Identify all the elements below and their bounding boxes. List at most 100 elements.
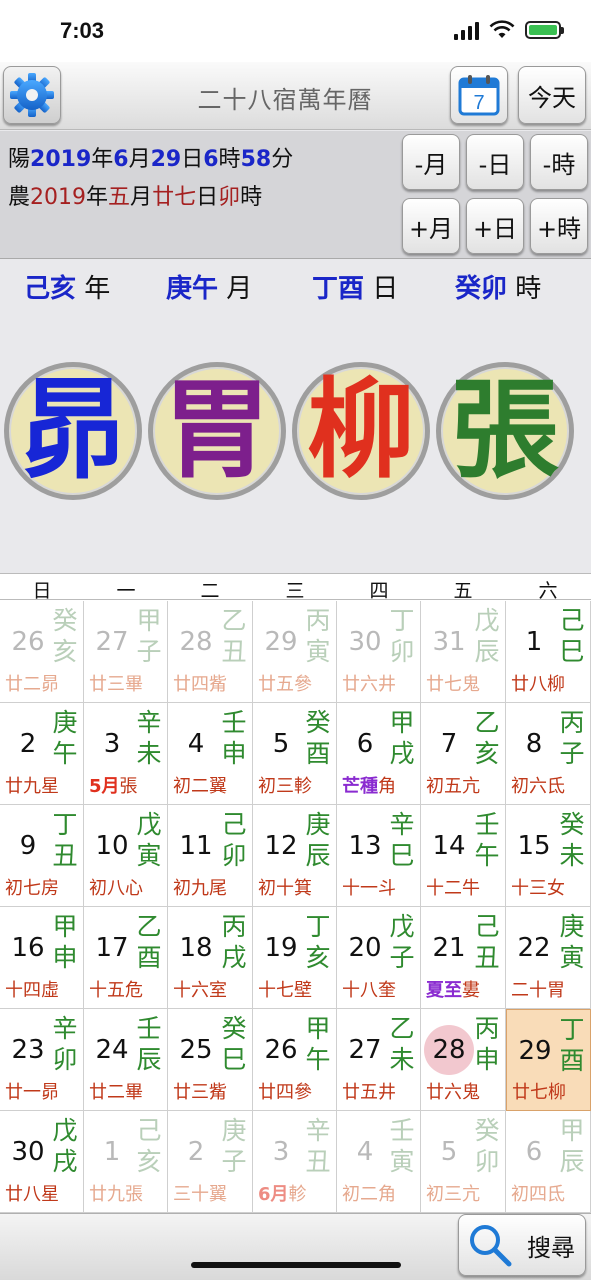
day-number-text: 4 [356, 1137, 374, 1167]
calendar-button[interactable]: 7 [450, 66, 508, 124]
calendar-day-cell[interactable]: 26 癸亥 廿二昴 [0, 601, 84, 703]
calendar-day-cell[interactable]: 26 甲午 廿四參 [253, 1009, 337, 1111]
today-button[interactable]: 今天 [518, 66, 586, 124]
lunar-day-info: 廿七鬼 [426, 670, 480, 696]
calendar-day-cell[interactable]: 28 丙申 廿六鬼 [421, 1009, 506, 1111]
calendar-day-cell[interactable]: 4 壬申 初二翼 [168, 703, 253, 805]
calendar-day-cell[interactable]: 24 壬辰 廿二畢 [84, 1009, 168, 1111]
calendar-day-cell[interactable]: 8 丙子 初六氐 [506, 703, 591, 805]
month-mansion-circle[interactable]: 胃 [148, 362, 286, 500]
weekday-wed: 三 [285, 580, 305, 602]
day-number-text: 1 [103, 1137, 121, 1167]
day-mansion-label: 女 [547, 878, 565, 899]
calendar-day-cell[interactable]: 2 庚午 廿九星 [0, 703, 84, 805]
hour-mansion-circle[interactable]: 張 [436, 362, 574, 500]
calendar-day-cell[interactable]: 25 癸巳 廿三觜 [168, 1009, 253, 1111]
settings-button[interactable] [3, 66, 61, 124]
calendar-day-cell[interactable]: 5 癸酉 初三軫 [253, 703, 337, 805]
calendar-day-cell[interactable]: 15 癸未 十三女 [506, 805, 591, 907]
lunar-day-info: 夏至婁 [426, 976, 480, 1002]
calendar-day-cell[interactable]: 20 戊子 十八奎 [337, 907, 421, 1009]
day-ganzhi: 戊子 [389, 912, 415, 972]
day-number: 9 [2, 831, 54, 861]
calendar-day-cell[interactable]: 6 甲戌 芒種角 [337, 703, 421, 805]
day-pillar: 丁酉 日 [312, 268, 398, 305]
year-pillar-unit: 年 [84, 274, 111, 304]
day-ganzhi: 乙酉 [136, 912, 162, 972]
lunar-day-info: 十二牛 [426, 874, 480, 900]
calendar-day-cell[interactable]: 4 壬寅 初二角 [337, 1111, 421, 1213]
calendar-day-cell[interactable]: 11 己卯 初九尾 [168, 805, 253, 907]
day-ganzhi: 甲申 [52, 912, 78, 972]
day-mansion-label: 張 [119, 776, 138, 797]
day-mansion-label: 翼 [209, 776, 227, 797]
calendar-day-cell[interactable]: 23 辛卯 廿一昴 [0, 1009, 84, 1111]
search-button[interactable]: 搜尋 [458, 1214, 586, 1276]
calendar-day-cell[interactable]: 9 丁丑 初七房 [0, 805, 84, 907]
calendar-day-cell[interactable]: 29 丙寅 廿五參 [253, 601, 337, 703]
hour-pillar-unit: 時 [515, 274, 542, 304]
day-ganzhi: 癸酉 [305, 708, 331, 768]
day-number: 1 [508, 627, 560, 657]
status-icons [454, 20, 564, 40]
day-mansion-label: 軫 [294, 776, 312, 797]
day-number-text: 9 [19, 831, 37, 861]
calendar-day-cell[interactable]: 29 丁酉 廿七柳 [506, 1009, 591, 1111]
calendar-day-cell[interactable]: 16 甲申 十四虛 [0, 907, 84, 1009]
calendar-day-cell[interactable]: 10 戊寅 初八心 [84, 805, 168, 907]
calendar-day-cell[interactable]: 5 癸卯 初三亢 [421, 1111, 506, 1213]
day-mansion-circle[interactable]: 柳 [292, 362, 430, 500]
calendar-day-cell[interactable]: 27 甲子 廿三畢 [84, 601, 168, 703]
calendar-day-cell[interactable]: 14 壬午 十二牛 [421, 805, 506, 907]
day-ganzhi: 丁丑 [52, 810, 78, 870]
day-number-text: 29 [264, 627, 298, 657]
calendar-day-cell[interactable]: 13 辛巳 十一斗 [337, 805, 421, 907]
calendar-day-cell[interactable]: 27 乙未 廿五井 [337, 1009, 421, 1111]
calendar-day-cell[interactable]: 2 庚子 三十翼 [168, 1111, 253, 1213]
calendar-day-cell[interactable]: 12 庚辰 初十箕 [253, 805, 337, 907]
lunar-day-info: 十一斗 [342, 874, 396, 900]
day-number-text: 27 [95, 627, 129, 657]
lunar-day-label: 初三 [258, 776, 294, 797]
calendar-day-cell[interactable]: 30 丁卯 廿六井 [337, 601, 421, 703]
lunar-year-unit: 年 [86, 185, 109, 210]
calendar-day-cell[interactable]: 7 乙亥 初五亢 [421, 703, 506, 805]
minus-month-button[interactable]: -月 [402, 134, 460, 190]
hour-mansion-char: 張 [450, 368, 559, 493]
day-number-text: 7 [440, 729, 458, 759]
lunar-month-unit: 月 [130, 185, 153, 210]
calendar-day-cell[interactable]: 1 己巳 廿八柳 [506, 601, 591, 703]
lunar-day-info: 廿四觜 [173, 670, 227, 696]
day-mansion-label: 星 [41, 1184, 59, 1205]
calendar-day-cell[interactable]: 31 戊辰 廿七鬼 [421, 601, 506, 703]
day-mansion-label: 參 [294, 674, 312, 695]
calendar-day-cell[interactable]: 3 辛未 5月張 [84, 703, 168, 805]
day-ganzhi: 癸巳 [221, 1014, 247, 1074]
calendar-day-cell[interactable]: 19 丁亥 十七壁 [253, 907, 337, 1009]
calendar-day-cell[interactable]: 22 庚寅 二十胃 [506, 907, 591, 1009]
day-mansion-label: 斗 [378, 878, 396, 899]
day-number: 8 [508, 729, 560, 759]
lunar-day-label: 廿三 [89, 674, 125, 695]
calendar-day-cell[interactable]: 21 己丑 夏至婁 [421, 907, 506, 1009]
day-mansion-label: 角 [378, 1184, 396, 1205]
plus-hour-button[interactable]: +時 [530, 198, 588, 254]
year-mansion-circle[interactable]: 昴 [4, 362, 142, 500]
day-number-text: 17 [95, 933, 129, 963]
calendar-day-cell[interactable]: 3 辛丑 6月軫 [253, 1111, 337, 1213]
calendar-day-cell[interactable]: 1 己亥 廿九張 [84, 1111, 168, 1213]
calendar-day-cell[interactable]: 30 戊戌 廿八星 [0, 1111, 84, 1213]
calendar-day-cell[interactable]: 17 乙酉 十五危 [84, 907, 168, 1009]
minus-day-button[interactable]: -日 [466, 134, 524, 190]
minus-hour-button[interactable]: -時 [530, 134, 588, 190]
plus-day-button[interactable]: +日 [466, 198, 524, 254]
day-number-text: 8 [525, 729, 543, 759]
calendar-day-cell[interactable]: 18 丙戌 十六室 [168, 907, 253, 1009]
calendar-day-cell[interactable]: 6 甲辰 初四氐 [506, 1111, 591, 1213]
search-label: 搜尋 [527, 1233, 575, 1262]
day-number: 26 [2, 627, 54, 657]
calendar-day-cell[interactable]: 28 乙丑 廿四觜 [168, 601, 253, 703]
day-ganzhi: 戊戌 [52, 1116, 78, 1176]
plus-month-button[interactable]: +月 [402, 198, 460, 254]
day-pillar-ganzhi: 丁酉 [312, 274, 365, 304]
